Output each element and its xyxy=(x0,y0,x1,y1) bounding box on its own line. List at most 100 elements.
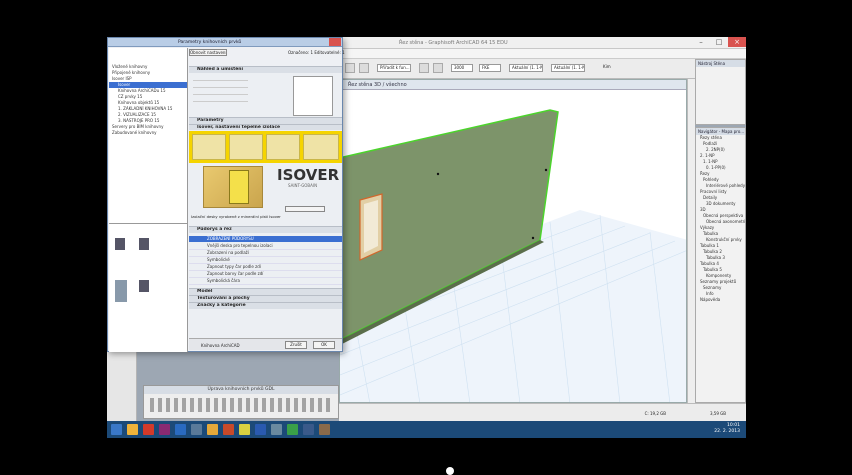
isover-description: Izolační desky vyrobené z minerální plst… xyxy=(191,214,281,219)
parameter-row[interactable]: Symbolická čára xyxy=(189,278,342,285)
selected-param-row[interactable]: ZOBRAZENÍ PŮDORYSU xyxy=(189,236,342,242)
preview-window xyxy=(293,76,333,116)
parameter-row[interactable]: Vnější deska pro tepelnou izolaci xyxy=(189,243,342,250)
navigator-title: Navigátor - Mapa pro... xyxy=(696,128,745,135)
indesign-icon[interactable] xyxy=(159,424,170,435)
window-title: Řez stěna - Graphisoft ArchiCAD 64 15 ED… xyxy=(399,40,508,46)
dialog-footer: Knihovna ArchiCAD Zrušit OK xyxy=(189,338,342,350)
parameter-row[interactable]: Zapnout typy čar podle zdí xyxy=(189,264,342,271)
info-box-toolbar: Přiřadit k fun... 3000 FKE Aktuální (1. … xyxy=(339,59,746,79)
hotspot xyxy=(544,168,548,172)
app-icon[interactable] xyxy=(271,424,282,435)
marquee-tool-icon[interactable] xyxy=(359,63,369,73)
word-icon[interactable] xyxy=(255,424,266,435)
disk-space: C: 19,2 GB xyxy=(644,411,666,416)
geometry-method-icon[interactable] xyxy=(419,63,429,73)
composite-field[interactable]: FKE xyxy=(479,64,501,72)
isover-button[interactable] xyxy=(285,206,325,212)
isover-subtitle: SAINT-GOBAIN xyxy=(288,183,318,188)
app-icon[interactable] xyxy=(239,424,250,435)
powerpoint-icon[interactable] xyxy=(223,424,234,435)
photoshop-icon[interactable] xyxy=(175,424,186,435)
function-field[interactable]: Přiřadit k fun... xyxy=(377,64,411,72)
start-icon[interactable] xyxy=(111,424,122,435)
archicad-titlebar: Řez stěna - Graphisoft ArchiCAD 64 15 ED… xyxy=(339,37,746,49)
gdl-tool-buttons[interactable] xyxy=(150,398,334,412)
isover-variant[interactable] xyxy=(229,134,263,160)
parameter-row[interactable]: Symbolické xyxy=(189,257,342,264)
height-field[interactable]: 3000 xyxy=(451,64,473,72)
ok-button[interactable]: OK xyxy=(313,341,335,349)
object-thumbnail[interactable] xyxy=(139,280,149,292)
app-icon[interactable] xyxy=(207,424,218,435)
isover-banner xyxy=(189,131,342,163)
view-tab[interactable]: Řez stěna 3D / všechno xyxy=(340,80,686,90)
isover-variant[interactable] xyxy=(303,134,339,160)
clock-date: 22. 2. 2013 xyxy=(714,429,740,434)
section-textures[interactable]: Texturování a plochy xyxy=(189,295,342,302)
preview-fields xyxy=(193,76,248,116)
desktop-screen: Řez stěna - Graphisoft ArchiCAD 64 15 ED… xyxy=(107,37,746,438)
app-icon[interactable] xyxy=(191,424,202,435)
section-isover[interactable]: Isover, nastavení tepelné izolace xyxy=(189,124,342,130)
menu-bar[interactable] xyxy=(339,49,746,59)
memory: 3,59 GB xyxy=(709,411,726,416)
selection-info: Označeno: 1 Editovatelné: 1 xyxy=(288,50,345,55)
taskbar-clock[interactable]: 10:01 22. 2. 2013 xyxy=(714,423,740,435)
hotspot xyxy=(436,172,440,176)
insulation-pack-image xyxy=(229,170,249,204)
illustrator-icon[interactable] xyxy=(143,424,154,435)
gdl-palette-title: Úprava knihovních prvků GDL xyxy=(144,386,338,394)
hotspot xyxy=(531,236,535,240)
vertical-scrollbar[interactable] xyxy=(687,79,695,403)
status-bar: C: 19,2 GB 3,59 GB xyxy=(339,403,746,423)
tool-settings-panel: Nástroj Stěna xyxy=(695,59,746,125)
footer-label: Knihovna ArchiCAD xyxy=(201,343,240,348)
library-parameters-dialog: Parametry knihovních prvků Obnovit nasta… xyxy=(107,37,345,352)
model-3d-canvas[interactable] xyxy=(340,90,687,403)
minimize-icon[interactable]: – xyxy=(692,37,710,47)
zoom-label: Kim xyxy=(601,64,625,72)
section-model[interactable]: Model xyxy=(189,288,342,295)
close-icon[interactable]: × xyxy=(728,37,746,47)
isover-logo: ISOVER xyxy=(277,166,340,184)
arrow-tool-icon[interactable] xyxy=(345,63,355,73)
object-thumbnail[interactable] xyxy=(139,238,149,250)
dialog-titlebar: Parametry knihovních prvků xyxy=(108,38,342,47)
navigator-panel: Navigátor - Mapa pro... Řezy stěna Podlaž… xyxy=(695,127,746,403)
close-icon[interactable] xyxy=(329,38,341,46)
floor-field[interactable]: Aktuální (1. 1-NP) xyxy=(551,64,585,72)
parameter-row[interactable]: Zobrazení na podlaží xyxy=(189,250,342,257)
isover-variant[interactable] xyxy=(192,134,226,160)
navigator-tree[interactable]: Řezy stěna Podlaží 2. 2NP(0) 2. 1-NP 1. 1-NP… xyxy=(696,135,745,303)
library-tree[interactable]: Vložené knihovny Připojené knihovny Isover… xyxy=(109,48,188,352)
navigator-item[interactable]: Nápověda xyxy=(696,297,745,303)
chrome-icon[interactable] xyxy=(287,424,298,435)
cancel-button[interactable]: Zrušit xyxy=(285,341,307,349)
windows-taskbar: 10:01 22. 2. 2013 xyxy=(107,421,746,438)
section-parameters[interactable]: Parametry xyxy=(189,117,342,124)
view-tab-label: Řez stěna 3D / všechno xyxy=(348,82,407,88)
section-preview[interactable]: Náhled a umístění xyxy=(189,66,342,73)
object-thumbnail[interactable] xyxy=(115,280,127,302)
section-labels[interactable]: Značky a kategorie xyxy=(189,302,342,309)
parameters-area: Náhled a umístění Parametry Isover, nast… xyxy=(189,66,342,348)
explorer-icon[interactable] xyxy=(127,424,138,435)
section-floorplan[interactable]: Půdorys a řez xyxy=(189,226,342,233)
parameter-row[interactable]: Zapnout barvy čar podle zdí xyxy=(189,271,342,278)
view-3d-window[interactable]: Řez stěna 3D / všechno xyxy=(339,79,687,403)
video-progress-bar[interactable] xyxy=(0,462,852,472)
panel-title: Nástroj Stěna xyxy=(696,60,745,67)
gdl-palette: Úprava knihovních prvků GDL xyxy=(143,385,339,419)
object-thumbnail[interactable] xyxy=(115,238,125,250)
isover-variant[interactable] xyxy=(266,134,300,160)
maximize-icon[interactable]: □ xyxy=(710,37,728,47)
reference-line-icon[interactable] xyxy=(433,63,443,73)
reset-button[interactable]: Obnovit nastavení... xyxy=(189,49,227,56)
archicad-icon[interactable] xyxy=(303,424,314,435)
video-playhead[interactable] xyxy=(446,467,454,475)
library-folder[interactable]: Zabudované knihovny xyxy=(109,130,187,136)
dialog-title: Parametry knihovních prvků xyxy=(178,40,242,45)
app-icon[interactable] xyxy=(319,424,330,435)
layer-field[interactable]: Aktuální (1. 1-NP) xyxy=(509,64,543,72)
